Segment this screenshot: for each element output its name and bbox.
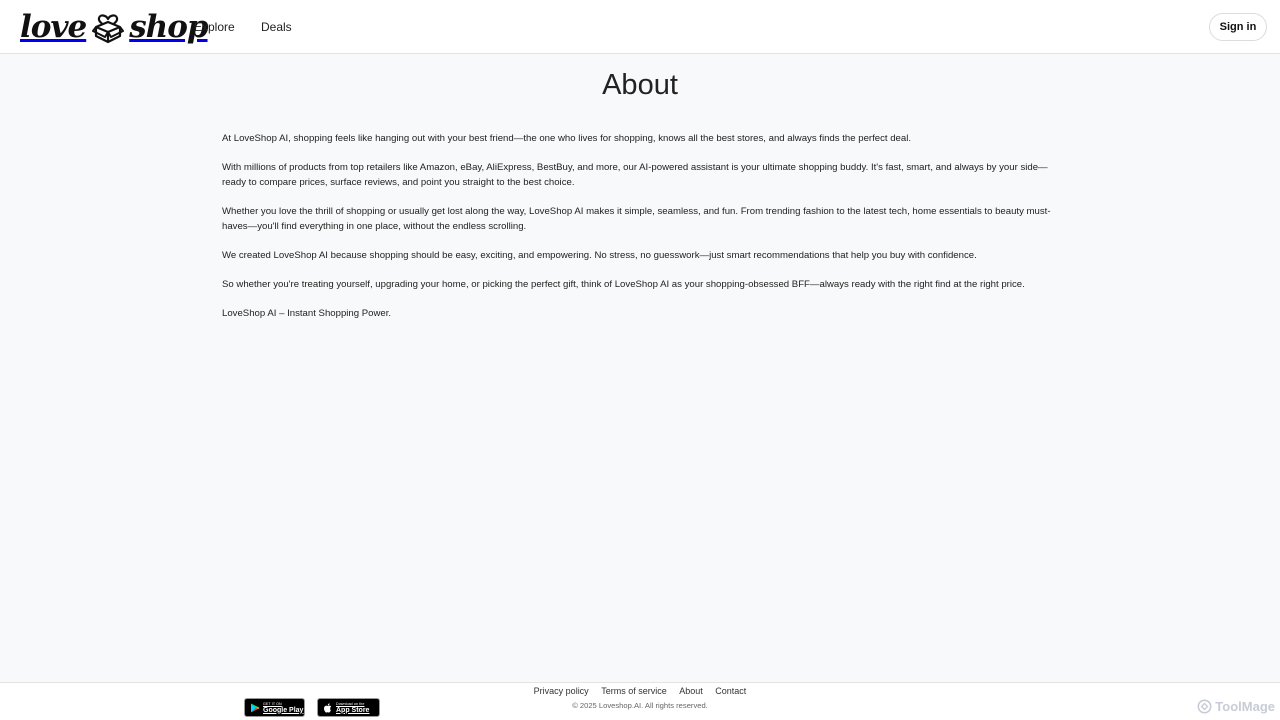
footer-link-privacy[interactable]: Privacy policy [534,686,589,696]
footer-links: Privacy policy Terms of service About Co… [0,685,1280,697]
top-header: love shop Explore Deals Sign in [0,0,1280,54]
toolmage-watermark: ToolMage [1197,699,1275,714]
footer-link-contact[interactable]: Contact [715,686,746,696]
nav-explore[interactable]: Explore [194,19,235,35]
heart-box-icon [92,14,125,44]
about-tagline: LoveShop AI – Instant Shopping Power. [222,308,392,320]
about-content: At LoveShop AI, shopping feels like hang… [222,132,1062,336]
about-main: About At LoveShop AI, shopping feels lik… [0,54,1280,682]
about-paragraph-3: Whether you love the thrill of shopping … [222,205,1051,232]
nav-deals[interactable]: Deals [261,19,292,35]
watermark-label: ToolMage [1215,699,1275,714]
sign-in-button[interactable]: Sign in [1209,13,1267,41]
page-title: About [602,69,678,101]
about-paragraph-1: At LoveShop AI, shopping feels like hang… [222,133,912,144]
toolmage-icon [1197,699,1212,714]
loveshop-logo[interactable]: love shop [20,8,209,46]
footer-link-about[interactable]: About [679,686,703,696]
about-paragraph-2: With millions of products from top retai… [222,162,1048,188]
page-footer: GET IT ON Google Play Download on the Ap… [0,682,1280,720]
about-paragraph-4: We created LoveShop AI because shopping … [222,249,977,261]
about-paragraph-5: So whether you're treating yourself, upg… [222,278,1025,290]
copyright-text: © 2025 Loveshop.AI. All rights reserved. [572,701,708,710]
logo-word-love: love [20,9,87,45]
footer-link-terms[interactable]: Terms of service [601,686,667,696]
